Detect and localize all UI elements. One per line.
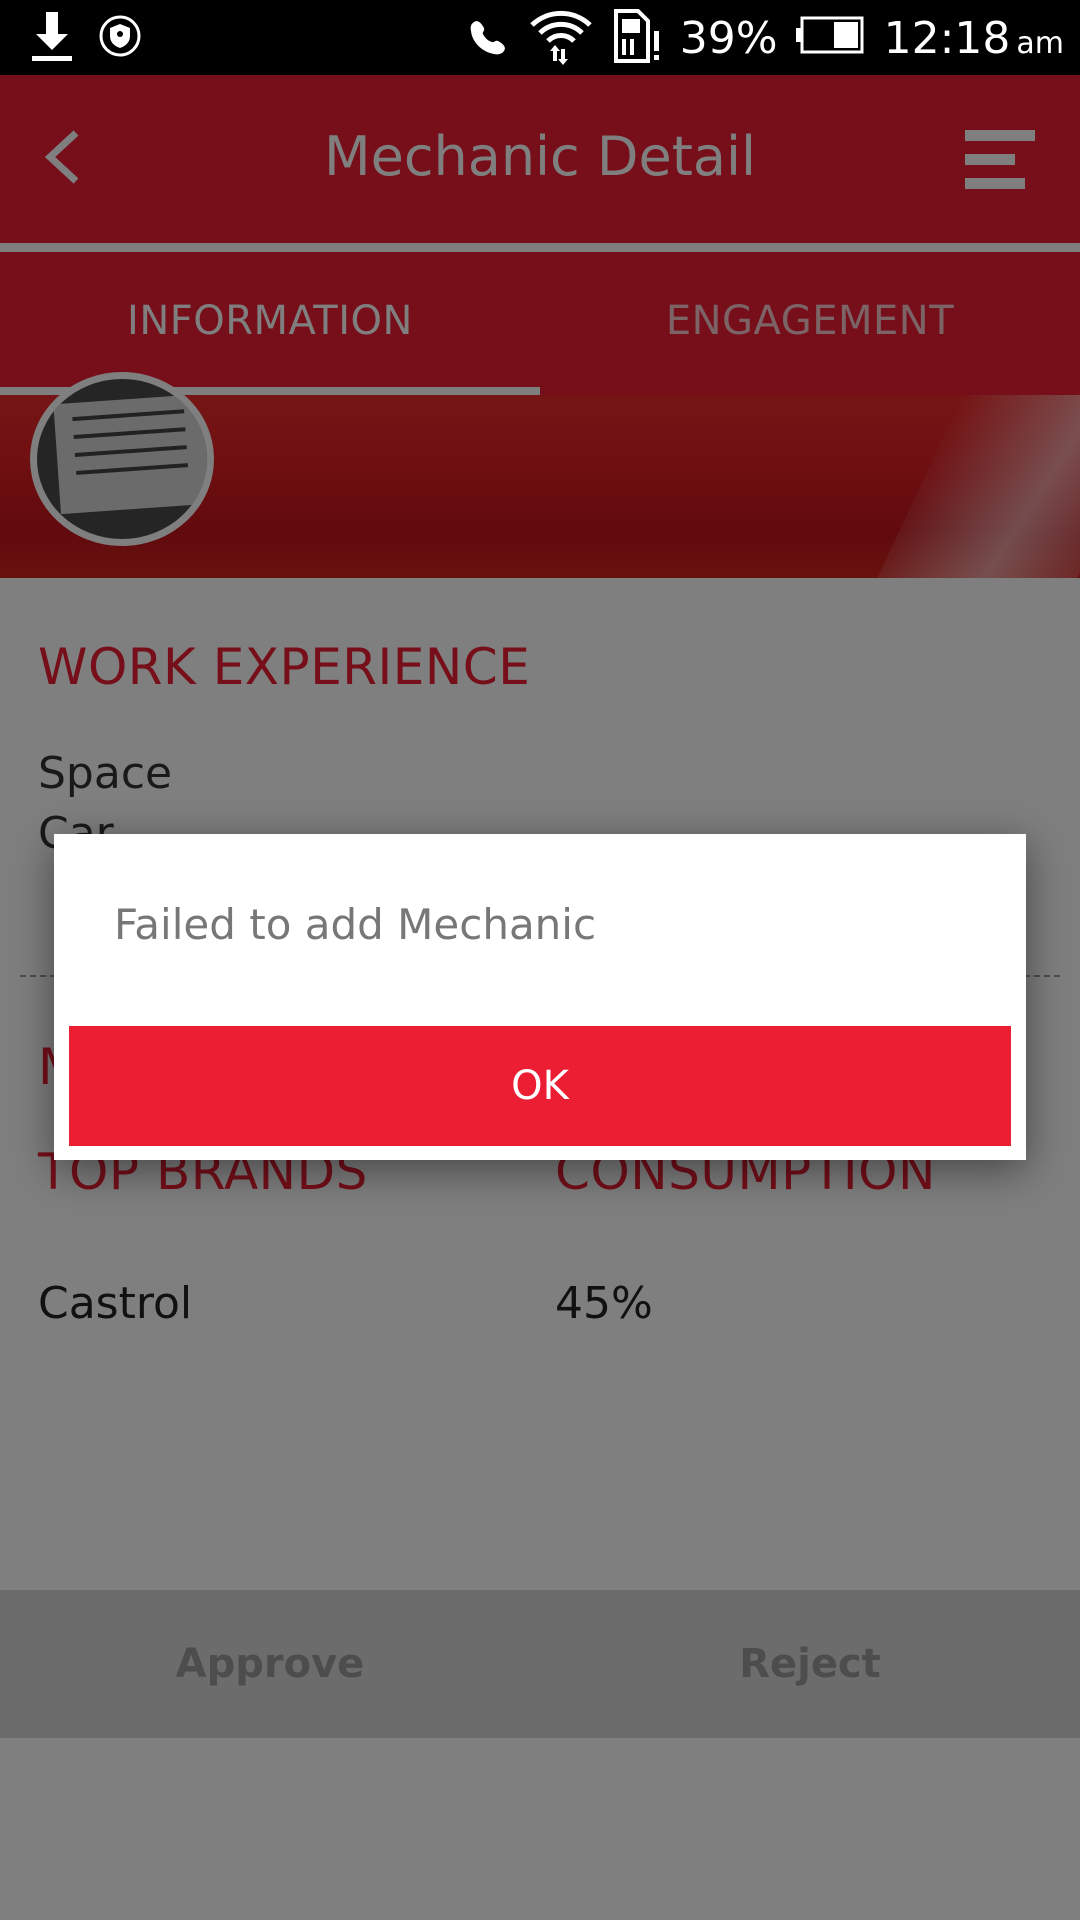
status-bar: 39% 12:18 am <box>0 0 1080 75</box>
error-dialog: Failed to add Mechanic OK <box>54 834 1026 1160</box>
sim-icon <box>612 9 662 67</box>
clock-ampm: am <box>1016 25 1064 61</box>
clock-time: 12:18 <box>883 12 1011 64</box>
battery-icon <box>795 16 866 60</box>
clock: 12:18 am <box>884 13 1064 64</box>
wifi-icon <box>528 7 594 69</box>
shield-icon <box>98 14 142 62</box>
dialog-message: Failed to add Mechanic <box>114 900 597 949</box>
phone-icon <box>466 14 510 62</box>
ok-button[interactable]: OK <box>69 1026 1011 1146</box>
battery-percent: 39% <box>679 12 778 64</box>
download-icon <box>28 10 76 66</box>
